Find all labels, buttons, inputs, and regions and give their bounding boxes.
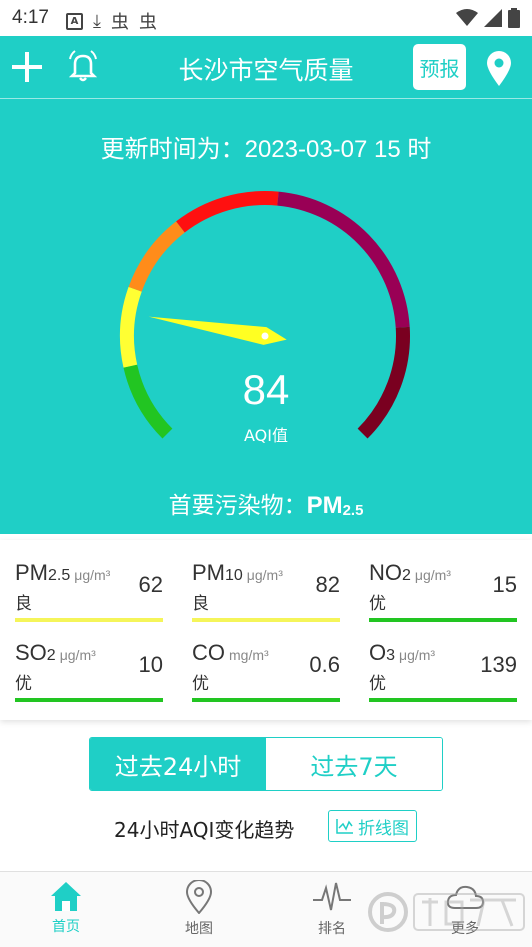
primary-pollutant-name: PM: [306, 492, 343, 519]
pollutant-value: 82: [315, 572, 340, 597]
pulse-icon: [313, 882, 351, 911]
app-root: 4:17 A ⤓ 虫 虫 长沙市空气质量 预报 更新时间为：2023-03-07…: [0, 0, 532, 947]
pollutant-name-main: O: [369, 640, 387, 665]
gauge-pivot: [261, 332, 269, 340]
aqi-value: 84: [242, 366, 290, 413]
status-notification-icons: A ⤓ 虫 虫: [66, 8, 157, 34]
pollutant-name-sub: 2.5: [48, 567, 71, 584]
pollutant-name: PM10 μg/m³: [192, 560, 283, 586]
nav-ranking-label: 排名: [318, 921, 346, 937]
tab-past-7d[interactable]: 过去7天: [266, 738, 442, 790]
gauge-segment: [128, 221, 185, 292]
pollutant-cell[interactable]: NO2 μg/m³ 优 15: [369, 560, 517, 622]
bug-icon-2: 虫: [138, 12, 157, 33]
status-bar: 4:17 A ⤓ 虫 虫: [0, 0, 532, 36]
pollutant-cell[interactable]: O3 μg/m³ 优 139: [369, 640, 517, 702]
pollutant-value: 0.6: [309, 652, 340, 677]
pollutant-cell[interactable]: CO mg/m³ 优 0.6: [192, 640, 340, 702]
pollutant-level-bar: [369, 618, 517, 622]
pollutant-level-bar: [15, 618, 163, 622]
wifi-icon: [456, 9, 478, 26]
signal-icon: [484, 9, 502, 27]
pollutant-unit: μg/m³: [246, 567, 283, 583]
aqi-label: AQI值: [244, 426, 288, 445]
pollutant-name-sub: 2: [402, 567, 411, 584]
pollutant-level: 优: [15, 674, 32, 694]
nav-home-label: 首页: [52, 919, 80, 935]
line-chart-button[interactable]: 折线图: [328, 810, 417, 842]
trend-title: 24小时AQI变化趋势: [114, 818, 295, 842]
pollutant-unit: μg/m³: [59, 647, 96, 663]
pollutant-value: 10: [138, 652, 163, 677]
battery-icon: [508, 8, 520, 28]
pollutant-name-main: PM: [15, 560, 48, 585]
watermark-logo: [368, 892, 525, 932]
bug-icon: 虫: [110, 12, 129, 33]
gauge-needle: [148, 316, 287, 345]
pollutant-level-bar: [192, 618, 340, 622]
pollutant-grid: PM2.5 μg/m³ 良 62 PM10 μg/m³ 良 82 NO2 μg/m³ 优 15 SO2 μ…: [0, 540, 532, 720]
line-chart-icon: [336, 819, 353, 834]
pollutant-name-sub: 3: [386, 647, 396, 664]
pollutant-level: 优: [369, 594, 386, 614]
pollutant-level: 优: [369, 674, 386, 694]
home-icon: [51, 882, 81, 911]
pollutant-name-main: CO: [192, 640, 225, 665]
primary-pollutant-sub: 2.5: [342, 502, 364, 519]
aqi-gauge: [120, 191, 410, 439]
pollutant-name-main: PM: [192, 560, 225, 585]
pollutant-cell[interactable]: PM10 μg/m³ 良 82: [192, 560, 340, 622]
tab-past-24h[interactable]: 过去24小时: [90, 738, 266, 790]
location-pin-icon[interactable]: [485, 50, 513, 86]
pollutant-name-main: SO: [15, 640, 47, 665]
aqi-summary-panel: 长沙市空气质量 预报 更新时间为：2023-03-07 15 时 84 AQI值…: [0, 36, 532, 534]
gauge-segment: [120, 286, 142, 368]
pollutant-name-sub: 10: [225, 567, 243, 584]
top-app-bar: 长沙市空气质量 预报: [0, 36, 532, 99]
nav-map-label: 地图: [185, 921, 213, 937]
nav-home[interactable]: 首页: [26, 880, 106, 936]
nav-ranking[interactable]: 排名: [292, 880, 372, 938]
status-time: 4:17: [12, 7, 49, 28]
pollutant-level: 良: [192, 594, 209, 614]
pollutant-name: SO2 μg/m³: [15, 640, 96, 666]
line-chart-label: 折线图: [358, 818, 409, 839]
pollutant-name-main: NO: [369, 560, 402, 585]
pollutant-level: 良: [15, 594, 32, 614]
pollutant-value: 15: [492, 572, 517, 597]
gauge-segment: [277, 191, 410, 328]
forecast-button[interactable]: 预报: [413, 44, 466, 90]
update-time: 更新时间为：2023-03-07 15 时: [100, 136, 432, 163]
pollutant-cell[interactable]: SO2 μg/m³ 优 10: [15, 640, 163, 702]
a-notification-icon: A: [66, 12, 83, 30]
pollutant-unit: μg/m³: [399, 647, 436, 663]
map-pin-icon: [185, 880, 213, 914]
pollutant-level-bar: [15, 698, 163, 702]
period-toggle: 过去24小时 过去7天: [89, 737, 443, 791]
pollutant-name: NO2 μg/m³: [369, 560, 451, 586]
pollutant-level-bar: [192, 698, 340, 702]
pollutant-name-sub: 2: [46, 647, 56, 664]
status-system-icons: [456, 8, 520, 28]
nav-map[interactable]: 地图: [159, 880, 239, 938]
pollutant-cell[interactable]: PM2.5 μg/m³ 良 62: [15, 560, 163, 622]
primary-pollutant-label: 首要污染物：: [168, 493, 307, 519]
pollutant-level-bar: [369, 698, 517, 702]
primary-pollutant: 首要污染物：PM2.5: [0, 486, 532, 520]
pollutant-value: 62: [138, 572, 163, 597]
pollutant-name: O3 μg/m³: [369, 640, 435, 666]
pollutant-value: 139: [480, 652, 517, 677]
pollutant-name: PM2.5 μg/m³: [15, 560, 110, 586]
pollutant-level: 优: [192, 674, 209, 694]
gauge-segment: [176, 191, 279, 233]
pollutant-unit: μg/m³: [74, 567, 111, 583]
pollutant-unit: μg/m³: [414, 567, 451, 583]
pollutant-unit: mg/m³: [229, 647, 269, 663]
download-icon: ⤓: [93, 10, 101, 32]
pollutant-name: CO mg/m³: [192, 640, 269, 666]
